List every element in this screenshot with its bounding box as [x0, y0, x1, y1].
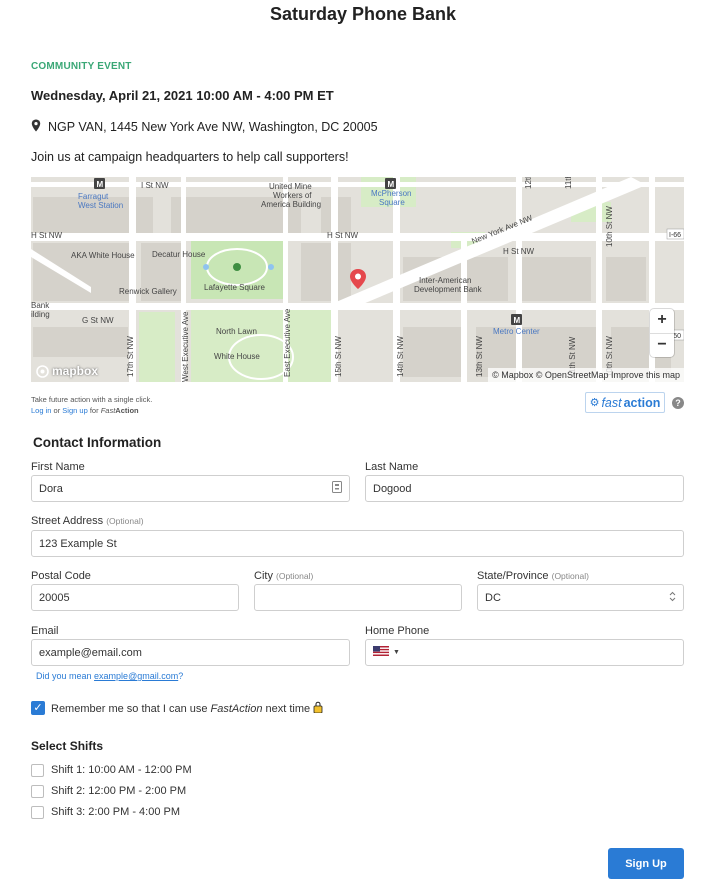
event-address: NGP VAN, 1445 New York Ave NW, Washingto… — [48, 120, 378, 134]
email-label: Email — [31, 625, 59, 637]
map-label: McPherson — [371, 189, 411, 198]
postal-code-field[interactable]: 20005 — [31, 584, 239, 611]
map-label: America Building — [261, 200, 321, 209]
street-address-field[interactable]: 123 Example St — [31, 530, 684, 557]
map-label: 14th St NW — [396, 336, 405, 377]
map-label: 10th St NW — [605, 206, 614, 247]
event-type-tag: COMMUNITY EVENT — [31, 61, 132, 72]
map-label: White House — [214, 352, 260, 361]
map-label: 13th St NW — [475, 336, 484, 377]
event-description: Join us at campaign headquarters to help… — [31, 150, 349, 164]
email-suggestion-link[interactable]: example@gmail.com — [94, 671, 178, 681]
map-label: AKA White House — [71, 251, 135, 260]
map-label: Lafayette Square — [204, 283, 265, 292]
state-select[interactable]: DC — [477, 584, 684, 611]
map-label: H St NW — [503, 247, 535, 256]
email-suggestion: Did you mean example@gmail.com? — [36, 671, 184, 681]
map-label: Renwick Gallery — [119, 287, 177, 296]
home-phone-label: Home Phone — [365, 625, 430, 637]
contact-heading: Contact Information — [33, 435, 162, 450]
fastaction-badge[interactable]: ⚙ fast action — [585, 392, 665, 413]
first-name-value: Dora — [39, 482, 63, 495]
fastaction-note-text: Take future action with a single click. — [31, 395, 153, 404]
map-label: H St NW — [31, 231, 63, 240]
event-location: NGP VAN, 1445 New York Ave NW, Washingto… — [31, 119, 378, 135]
state-label: State/Province (Optional) — [477, 570, 589, 582]
email-field[interactable]: example@email.com — [31, 639, 350, 666]
lock-icon — [313, 701, 323, 716]
postal-code-value: 20005 — [39, 591, 70, 604]
map-label: North Lawn — [216, 327, 257, 336]
fastaction-signup-link[interactable]: Sign up — [62, 406, 87, 415]
map-label: Workers of — [273, 191, 312, 200]
shifts-heading: Select Shifts — [31, 739, 104, 753]
svg-text:M: M — [97, 180, 104, 189]
event-date: Wednesday, April 21, 2021 10:00 AM - 4:0… — [31, 88, 334, 103]
svg-text:M: M — [514, 316, 521, 325]
map-zoom-controls: + − — [650, 309, 674, 357]
map-label: 11th — [564, 177, 573, 189]
mapbox-icon — [36, 364, 49, 378]
fastaction-login-link[interactable]: Log in — [31, 406, 51, 415]
event-map[interactable]: M M M I St NW Farragut West Station United… — [31, 177, 684, 382]
map-label: Square — [379, 198, 405, 207]
shift-2-label: Shift 2: 12:00 PM - 2:00 PM — [51, 785, 187, 797]
street-label: Street Address (Optional) — [31, 515, 144, 527]
map-label: 12th — [524, 177, 533, 189]
street-address-value: 123 Example St — [39, 537, 117, 550]
map-label: G St NW — [82, 316, 114, 325]
map-label: 15th St NW — [334, 336, 343, 377]
select-arrows-icon — [669, 591, 676, 605]
country-dropdown-icon[interactable]: ▼ — [393, 649, 400, 656]
us-flag-icon[interactable] — [373, 646, 389, 659]
shift-1-label: Shift 1: 10:00 AM - 12:00 PM — [51, 764, 192, 776]
fastaction-note: Take future action with a single click. … — [31, 395, 153, 415]
help-icon[interactable]: ? — [672, 397, 684, 409]
location-pin-icon — [31, 119, 41, 135]
last-name-field[interactable]: Dogood — [365, 475, 684, 502]
map-canvas[interactable]: M M M I St NW Farragut West Station United… — [31, 177, 684, 382]
map-label: Inter-American — [419, 276, 471, 285]
shift-1-checkbox[interactable] — [31, 764, 44, 777]
city-field[interactable] — [254, 584, 462, 611]
city-label: City (Optional) — [254, 570, 314, 582]
first-name-label: First Name — [31, 461, 85, 473]
map-label: ilding — [31, 310, 50, 319]
map-label: Farragut — [78, 192, 109, 201]
email-value: example@email.com — [39, 646, 142, 659]
map-zoom-in-button[interactable]: + — [650, 309, 674, 333]
map-label: West Executive Ave — [181, 311, 190, 382]
map-label: I St NW — [141, 181, 169, 190]
last-name-value: Dogood — [373, 482, 412, 495]
remember-me-checkbox[interactable]: ✓ — [31, 701, 45, 715]
mapbox-logo[interactable]: mapbox — [36, 364, 98, 378]
svg-text:M: M — [388, 180, 395, 189]
first-name-field[interactable]: Dora — [31, 475, 350, 502]
map-label: United Mine — [269, 182, 312, 191]
map-zoom-out-button[interactable]: − — [650, 333, 674, 357]
map-label: Bank — [31, 301, 50, 310]
last-name-label: Last Name — [365, 461, 419, 473]
map-label: Development Bank — [414, 285, 483, 294]
map-label: Decatur House — [152, 250, 206, 259]
fastaction-gear-icon: ⚙ — [589, 397, 600, 409]
page-title: Saturday Phone Bank — [269, 4, 457, 24]
map-label: West Station — [78, 201, 123, 210]
map-attribution[interactable]: © Mapbox © OpenStreetMap Improve this ma… — [488, 368, 684, 382]
state-value: DC — [485, 591, 501, 604]
home-phone-field[interactable]: ▼ — [365, 639, 684, 666]
map-label: H St NW — [327, 231, 359, 240]
remember-me-label: Remember me so that I can use FastAction… — [51, 701, 323, 716]
map-label: 17th St NW — [126, 336, 135, 377]
map-label: I-66 — [669, 232, 681, 239]
postal-code-label: Postal Code — [31, 570, 91, 582]
white-house-grounds — [191, 305, 331, 382]
map-label: Metro Center — [493, 327, 540, 336]
shift-2-checkbox[interactable] — [31, 785, 44, 798]
contact-card-icon — [332, 481, 342, 496]
shift-3-label: Shift 3: 2:00 PM - 4:00 PM — [51, 806, 181, 818]
shift-3-checkbox[interactable] — [31, 806, 44, 819]
map-label: East Executive Ave — [283, 308, 292, 377]
sign-up-button[interactable]: Sign Up — [608, 848, 684, 879]
